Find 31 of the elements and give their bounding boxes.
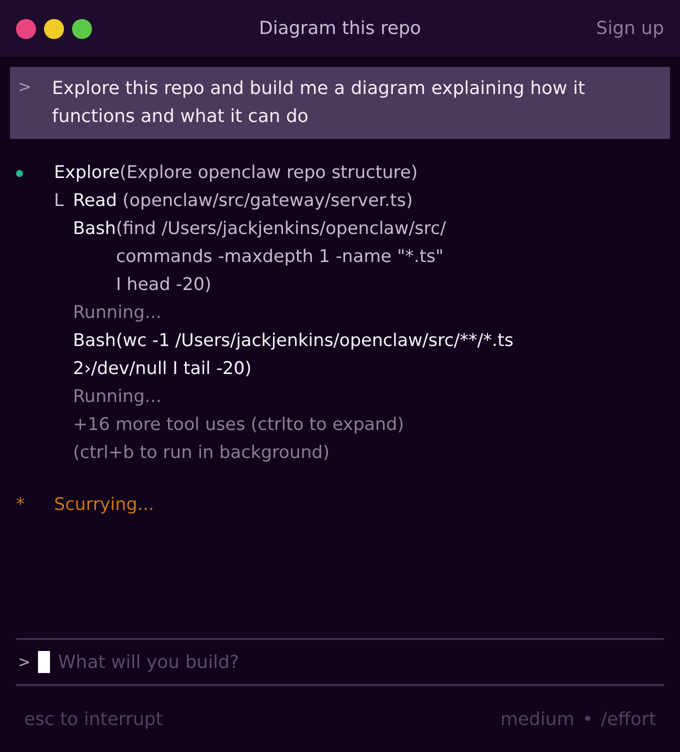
separator-dot: • xyxy=(582,708,593,730)
sign-up-link[interactable]: Sign up xyxy=(596,18,664,39)
input-field[interactable]: What will you build? xyxy=(56,650,664,674)
prompt-marker: > xyxy=(18,76,32,98)
tree-prefix: L xyxy=(54,190,65,213)
interrupt-hint: esc to interrupt xyxy=(24,708,163,730)
tool-args: (openclaw/src/gateway/server.ts) xyxy=(122,190,413,213)
maximize-icon[interactable] xyxy=(72,18,92,38)
tool-name: Bash xyxy=(73,218,116,241)
input-marker: > xyxy=(17,653,32,671)
tool-args: commands -maxdepth 1 -name "*.ts" xyxy=(116,246,445,269)
close-icon[interactable] xyxy=(16,18,36,38)
tool-args: I head -20) xyxy=(116,274,212,297)
spinner-marker: * xyxy=(15,494,26,517)
status-text: Running... xyxy=(73,302,162,325)
command-text: 2›/dev/null I tail -20) xyxy=(73,358,253,381)
window-title: Diagram this repo xyxy=(258,18,422,39)
command-text: Bash(wc -1 /Users/jackjenkins/openclaw/src/**/*.ts xyxy=(73,330,514,353)
minimize-icon[interactable] xyxy=(44,18,64,38)
effort-command: /effort xyxy=(600,708,656,730)
effort-level: medium xyxy=(500,708,574,730)
tool-name: Explore xyxy=(54,162,120,185)
status-text: (ctrl+b to run in background) xyxy=(73,442,331,465)
text-cursor xyxy=(38,651,50,673)
tool-args: (Explore openclaw repo structure) xyxy=(120,162,418,185)
prompt-text: Explore this repo and build me a diagram explaining how it functions and what it can do xyxy=(52,77,586,129)
status-text: Running... xyxy=(73,386,162,409)
tool-args: (find /Users/jackjenkins/openclaw/src/ xyxy=(116,218,446,241)
status-text: +16 more tool uses (ctrlto to expand) xyxy=(73,414,406,437)
activity-text: Scurrying... xyxy=(54,494,154,517)
tool-name: Read xyxy=(73,190,117,213)
